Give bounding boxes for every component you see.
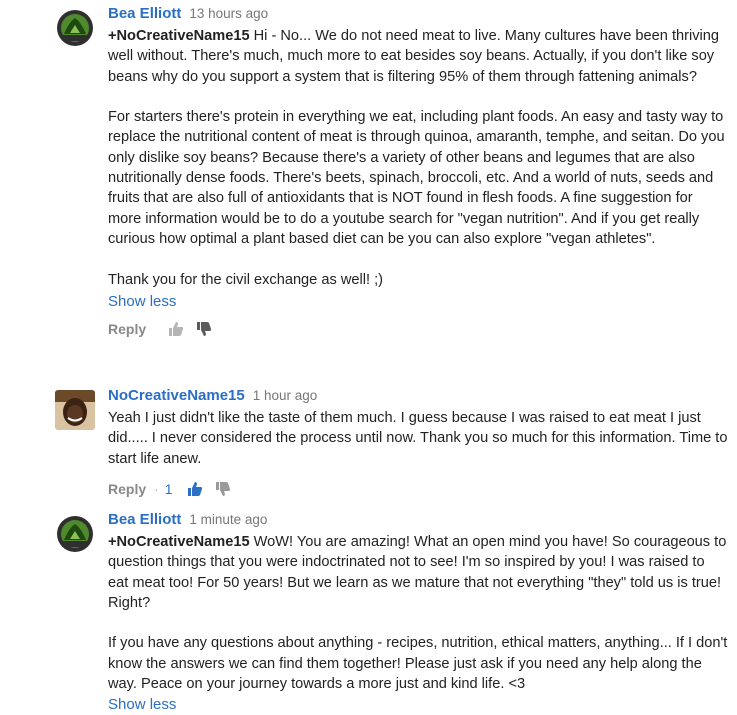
comment-text: Yeah I just didn't like the taste of the… <box>108 410 728 467</box>
reply-button[interactable]: Reply <box>108 318 146 340</box>
comment-text-para3: Thank you for the civil exchange as well… <box>108 271 383 288</box>
timestamp[interactable]: 13 hours ago <box>189 6 268 21</box>
avatar-bea-elliott[interactable] <box>55 8 95 48</box>
comment-header: NoCreativeName15 1 hour ago <box>108 386 728 406</box>
show-less-link[interactable]: Show less <box>108 695 728 715</box>
comment-header: Bea Elliott 13 hours ago <box>108 4 728 24</box>
thumbs-up-icon[interactable] <box>187 481 203 497</box>
show-less-link[interactable]: Show less <box>108 292 728 312</box>
avatar-logo-icon <box>55 8 95 48</box>
author-name[interactable]: Bea Elliott <box>108 5 181 22</box>
comment-text-line1: WoW! You are amazing! What an open mind … <box>249 534 630 550</box>
timestamp[interactable]: 1 minute ago <box>189 512 267 527</box>
separator-dot: · <box>154 480 159 497</box>
comment-text: +NoCreativeName15 Hi - No... We do not n… <box>108 26 728 290</box>
comment-header: Bea Elliott 1 minute ago <box>108 510 728 530</box>
avatar-bea-elliott[interactable] <box>55 514 95 554</box>
mention-link[interactable]: +NoCreativeName15 <box>108 28 250 44</box>
comment-text-para2: If you have any questions about anything… <box>108 635 728 693</box>
author-name[interactable]: NoCreativeName15 <box>108 387 245 404</box>
avatar-logo-icon <box>55 514 95 554</box>
avatar-nocreativename15[interactable] <box>55 390 95 430</box>
reply-button[interactable]: Reply <box>108 478 146 500</box>
thumbs-up-icon[interactable] <box>168 321 184 337</box>
thumbs-down-icon[interactable] <box>215 481 231 497</box>
thumbs-down-icon[interactable] <box>196 321 212 337</box>
comment-text-para2: For starters there's protein in everythi… <box>108 109 725 247</box>
comment-actions: Reply <box>108 318 728 340</box>
like-count: 1 <box>164 480 173 497</box>
timestamp[interactable]: 1 hour ago <box>253 388 318 403</box>
comment-text: +NoCreativeName15 WoW! You are amazing! … <box>108 532 728 694</box>
comment-text-line1: Hi - No... We do not need meat to live. … <box>249 28 668 44</box>
comment-actions: Reply · 1 <box>108 478 728 500</box>
avatar-photo-icon <box>55 390 95 430</box>
author-name[interactable]: Bea Elliott <box>108 511 181 528</box>
mention-link[interactable]: +NoCreativeName15 <box>108 534 250 550</box>
